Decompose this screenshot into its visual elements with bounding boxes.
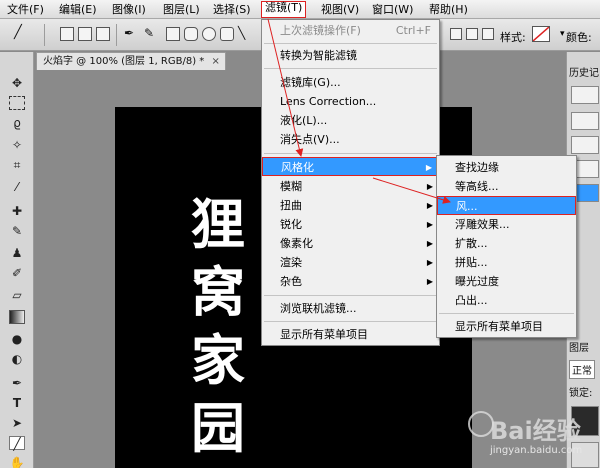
annotation-arrows: [267, 18, 451, 204]
arrow-filter-to-stylize: [267, 18, 304, 157]
watermark-url: jingyan.baidu.com: [490, 445, 583, 456]
watermark-text: Bai经验: [490, 417, 581, 445]
arrow-stylize-to-wind: [372, 177, 451, 204]
watermark: Bai经验 jingyan.baidu.com: [468, 403, 600, 465]
